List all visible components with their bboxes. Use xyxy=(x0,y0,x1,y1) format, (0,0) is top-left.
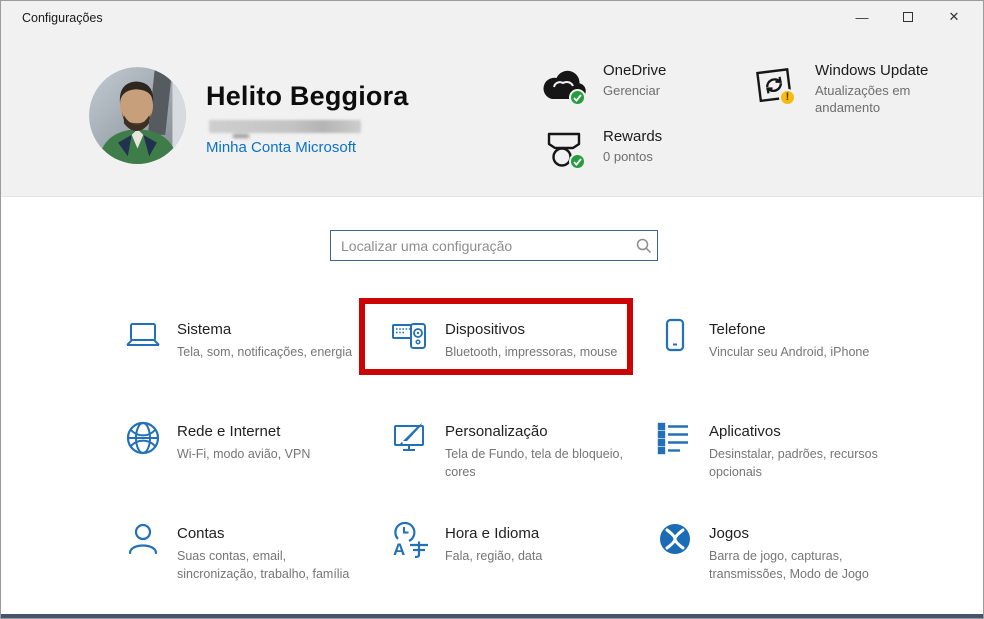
tile-title: Contas xyxy=(177,519,349,542)
laptop-icon xyxy=(121,315,165,359)
minimize-button[interactable]: — xyxy=(839,1,885,33)
xbox-icon xyxy=(653,519,697,563)
maximize-icon xyxy=(903,12,913,22)
search-input[interactable] xyxy=(331,238,631,254)
tile-title: Aplicativos xyxy=(709,417,878,440)
tile-title: Rede e Internet xyxy=(177,417,310,440)
windows-update-title: Windows Update xyxy=(815,62,965,79)
tile-subtitle: Bluetooth, impressoras, mouse xyxy=(445,343,617,361)
tile-subtitle: Vincular seu Android, iPhone xyxy=(709,343,869,361)
tile-rede-internet[interactable]: Rede e Internet Wi-Fi, modo avião, VPN xyxy=(121,417,373,463)
tile-hora-idioma[interactable]: A Hora e Idioma Fala, região, data xyxy=(389,519,641,565)
tile-subtitle: Suas contas, email, sincronização, traba… xyxy=(177,547,349,583)
caption-buttons: — ✕ xyxy=(839,1,977,33)
tile-title: Sistema xyxy=(177,315,352,338)
rewards-check-badge xyxy=(569,153,586,170)
minimize-icon: — xyxy=(856,10,869,25)
tile-dispositivos[interactable]: Dispositivos Bluetooth, impressoras, mou… xyxy=(389,315,641,361)
tile-subtitle: Desinstalar, padrões, recursos opcionais xyxy=(709,445,878,481)
onedrive-title: OneDrive xyxy=(603,62,753,79)
clock-language-icon: A xyxy=(389,519,433,563)
personalization-icon xyxy=(389,417,433,461)
redacted-email xyxy=(209,120,361,133)
settings-window: Configurações — ✕ xyxy=(0,0,984,619)
windows-update-warning-badge: ! xyxy=(779,89,796,106)
tile-subtitle: Wi-Fi, modo avião, VPN xyxy=(177,445,310,463)
tile-contas[interactable]: Contas Suas contas, email, sincronização… xyxy=(121,519,373,583)
windows-update-subtitle: Atualizações em andamento xyxy=(815,83,965,117)
maximize-button[interactable] xyxy=(885,1,931,33)
tile-jogos[interactable]: Jogos Barra de jogo, capturas, transmiss… xyxy=(653,519,905,583)
tile-title: Telefone xyxy=(709,315,869,338)
close-button[interactable]: ✕ xyxy=(931,1,977,33)
tile-sistema[interactable]: Sistema Tela, som, notificações, energia xyxy=(121,315,373,361)
onedrive-check-badge xyxy=(569,89,586,106)
search-box[interactable] xyxy=(330,230,658,261)
window-title: Configurações xyxy=(22,11,103,25)
avatar-photo xyxy=(89,67,186,164)
tile-aplicativos[interactable]: Aplicativos Desinstalar, padrões, recurs… xyxy=(653,417,905,481)
tile-subtitle: Fala, região, data xyxy=(445,547,542,565)
tile-title: Hora e Idioma xyxy=(445,519,542,542)
redacted-email-smudge xyxy=(233,134,249,138)
microsoft-account-link[interactable]: Minha Conta Microsoft xyxy=(206,139,356,156)
tile-title: Personalização xyxy=(445,417,623,440)
rewards-subtitle: 0 pontos xyxy=(603,149,753,166)
tile-subtitle: Tela de Fundo, tela de bloqueio, cores xyxy=(445,445,623,481)
bottom-bar xyxy=(1,614,983,618)
search-icon[interactable] xyxy=(631,238,657,254)
avatar[interactable] xyxy=(89,67,186,164)
tile-personalizacao[interactable]: Personalização Tela de Fundo, tela de bl… xyxy=(389,417,641,481)
apps-list-icon xyxy=(653,417,697,461)
tile-subtitle: Tela, som, notificações, energia xyxy=(177,343,352,361)
header: Configurações — ✕ xyxy=(1,1,983,197)
exclamation-icon: ! xyxy=(786,92,790,103)
user-name: Helito Beggiora xyxy=(206,81,409,112)
svg-text:A: A xyxy=(393,540,405,559)
person-icon xyxy=(121,519,165,563)
globe-icon xyxy=(121,417,165,461)
phone-icon xyxy=(653,315,697,359)
tile-telefone[interactable]: Telefone Vincular seu Android, iPhone xyxy=(653,315,905,361)
onedrive-subtitle: Gerenciar xyxy=(603,83,753,100)
close-icon: ✕ xyxy=(949,9,960,25)
tile-subtitle: Barra de jogo, capturas, transmissões, M… xyxy=(709,547,869,583)
tile-title: Jogos xyxy=(709,519,869,542)
devices-icon xyxy=(389,315,433,359)
tile-title: Dispositivos xyxy=(445,315,617,338)
rewards-title: Rewards xyxy=(603,128,753,145)
windows-update-icon xyxy=(753,65,801,114)
